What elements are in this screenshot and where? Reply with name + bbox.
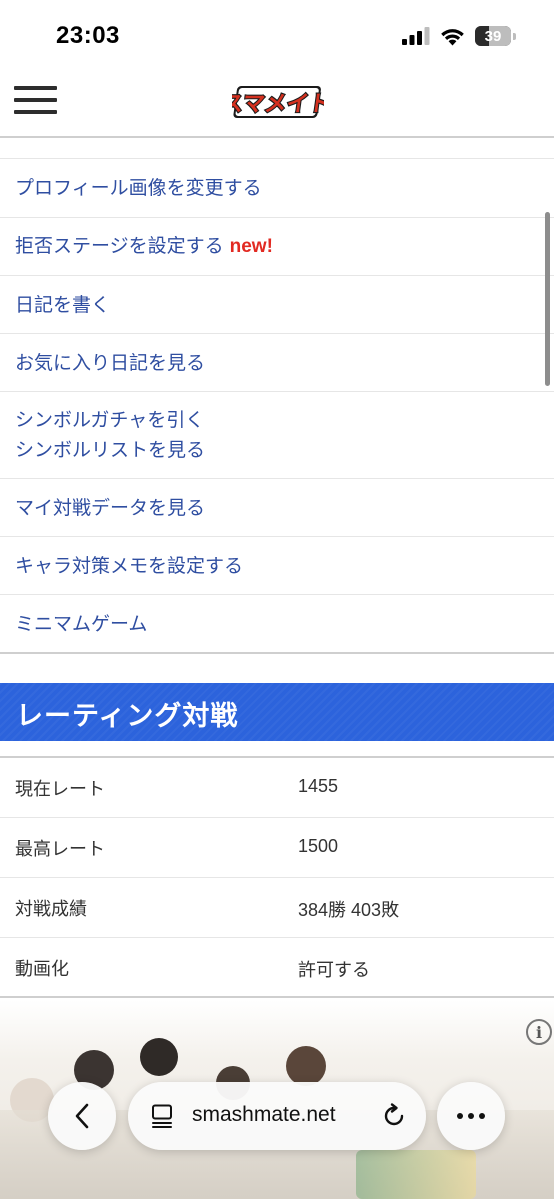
site-logo[interactable]: スマメイト: [232, 82, 324, 122]
menu-item-symbol-gacha[interactable]: シンボルガチャを引く シンボルリストを見る: [0, 391, 554, 478]
status-bar: 23:03 39: [0, 0, 554, 70]
stat-value: 384勝 403敗: [298, 900, 400, 920]
stat-label: 動画化: [15, 959, 69, 980]
site-header: スマメイト: [0, 70, 554, 138]
ad-image-accent: [356, 1150, 476, 1199]
stat-value: 許可する: [298, 960, 370, 980]
url-text: smashmate.net: [192, 1103, 336, 1126]
menu-item-my-match-data[interactable]: マイ対戦データを見る: [0, 478, 554, 536]
section-header-rating: レーティング対戦: [0, 683, 554, 741]
battery-icon: 39: [475, 26, 511, 46]
table-row: 対戦成績 384勝 403敗: [0, 878, 554, 938]
chevron-left-icon: [75, 1103, 89, 1129]
divider: [0, 652, 554, 654]
ad-image-figure: [140, 1038, 178, 1076]
menu-list: プロフィール画像を変更する 拒否ステージを設定する new! 日記を書く お気に入…: [0, 158, 554, 652]
menu-item-label: マイ対戦データを見る: [15, 496, 206, 519]
more-button[interactable]: [437, 1082, 505, 1150]
section-title: レーティング対戦: [16, 701, 239, 732]
wifi-icon: [441, 28, 464, 45]
new-badge: new!: [229, 236, 273, 257]
cellular-signal-icon: [402, 27, 430, 45]
battery-nub: [513, 32, 516, 40]
ad-image-figure: [286, 1046, 326, 1086]
menu-item-label: 拒否ステージを設定する: [15, 235, 224, 257]
hamburger-menu-icon[interactable]: [14, 86, 58, 118]
battery-level: 39: [484, 27, 502, 45]
stat-value: 1455: [298, 776, 339, 796]
menu-item-label: お気に入り日記を見る: [15, 351, 206, 374]
menu-item-label: ミニマムゲーム: [15, 612, 148, 635]
menu-item-profile-image[interactable]: プロフィール画像を変更する: [0, 158, 554, 217]
menu-item-label: シンボルガチャを引く: [15, 409, 205, 431]
logo-text: スマメイト: [232, 91, 324, 116]
menu-item-label: キャラ対策メモを設定する: [15, 554, 244, 577]
address-bar[interactable]: smashmate.net: [128, 1082, 426, 1150]
menu-item-character-memo[interactable]: キャラ対策メモを設定する: [0, 536, 554, 594]
scrollbar-thumb[interactable]: [545, 212, 550, 386]
menu-item-write-diary[interactable]: 日記を書く: [0, 275, 554, 333]
reload-icon[interactable]: [380, 1102, 408, 1130]
stat-label: 対戦成績: [15, 899, 87, 920]
table-row: 最高レート 1500: [0, 818, 554, 878]
stat-value: 1500: [298, 836, 339, 856]
stat-label: 現在レート: [15, 779, 105, 800]
rating-stats-table: 現在レート 1455 最高レート 1500 対戦成績 384勝 403敗 動画化…: [0, 758, 554, 998]
browser-toolbar: smashmate.net: [0, 1082, 554, 1152]
back-button[interactable]: [48, 1082, 116, 1150]
menu-item-favorite-diary[interactable]: お気に入り日記を見る: [0, 333, 554, 391]
menu-item-label-secondary: シンボルリストを見る: [15, 439, 206, 461]
table-row: 現在レート 1455: [0, 758, 554, 818]
screen: 23:03 39 スマメイト プロフィール画像を変更する 拒否ステージを設定する…: [0, 0, 554, 1199]
status-icons: 39: [402, 25, 516, 47]
info-icon[interactable]: i: [526, 1019, 552, 1045]
menu-item-label: プロフィール画像を変更する: [15, 177, 262, 199]
menu-item-minimum-game[interactable]: ミニマムゲーム: [0, 594, 554, 652]
table-row: 動画化 許可する: [0, 938, 554, 998]
more-dots-icon: [457, 1113, 485, 1119]
menu-item-label: 日記を書く: [15, 293, 111, 316]
tabs-icon: [152, 1104, 172, 1128]
stat-label: 最高レート: [15, 839, 105, 860]
status-time: 23:03: [56, 22, 120, 49]
menu-item-reject-stage[interactable]: 拒否ステージを設定する new!: [0, 217, 554, 275]
